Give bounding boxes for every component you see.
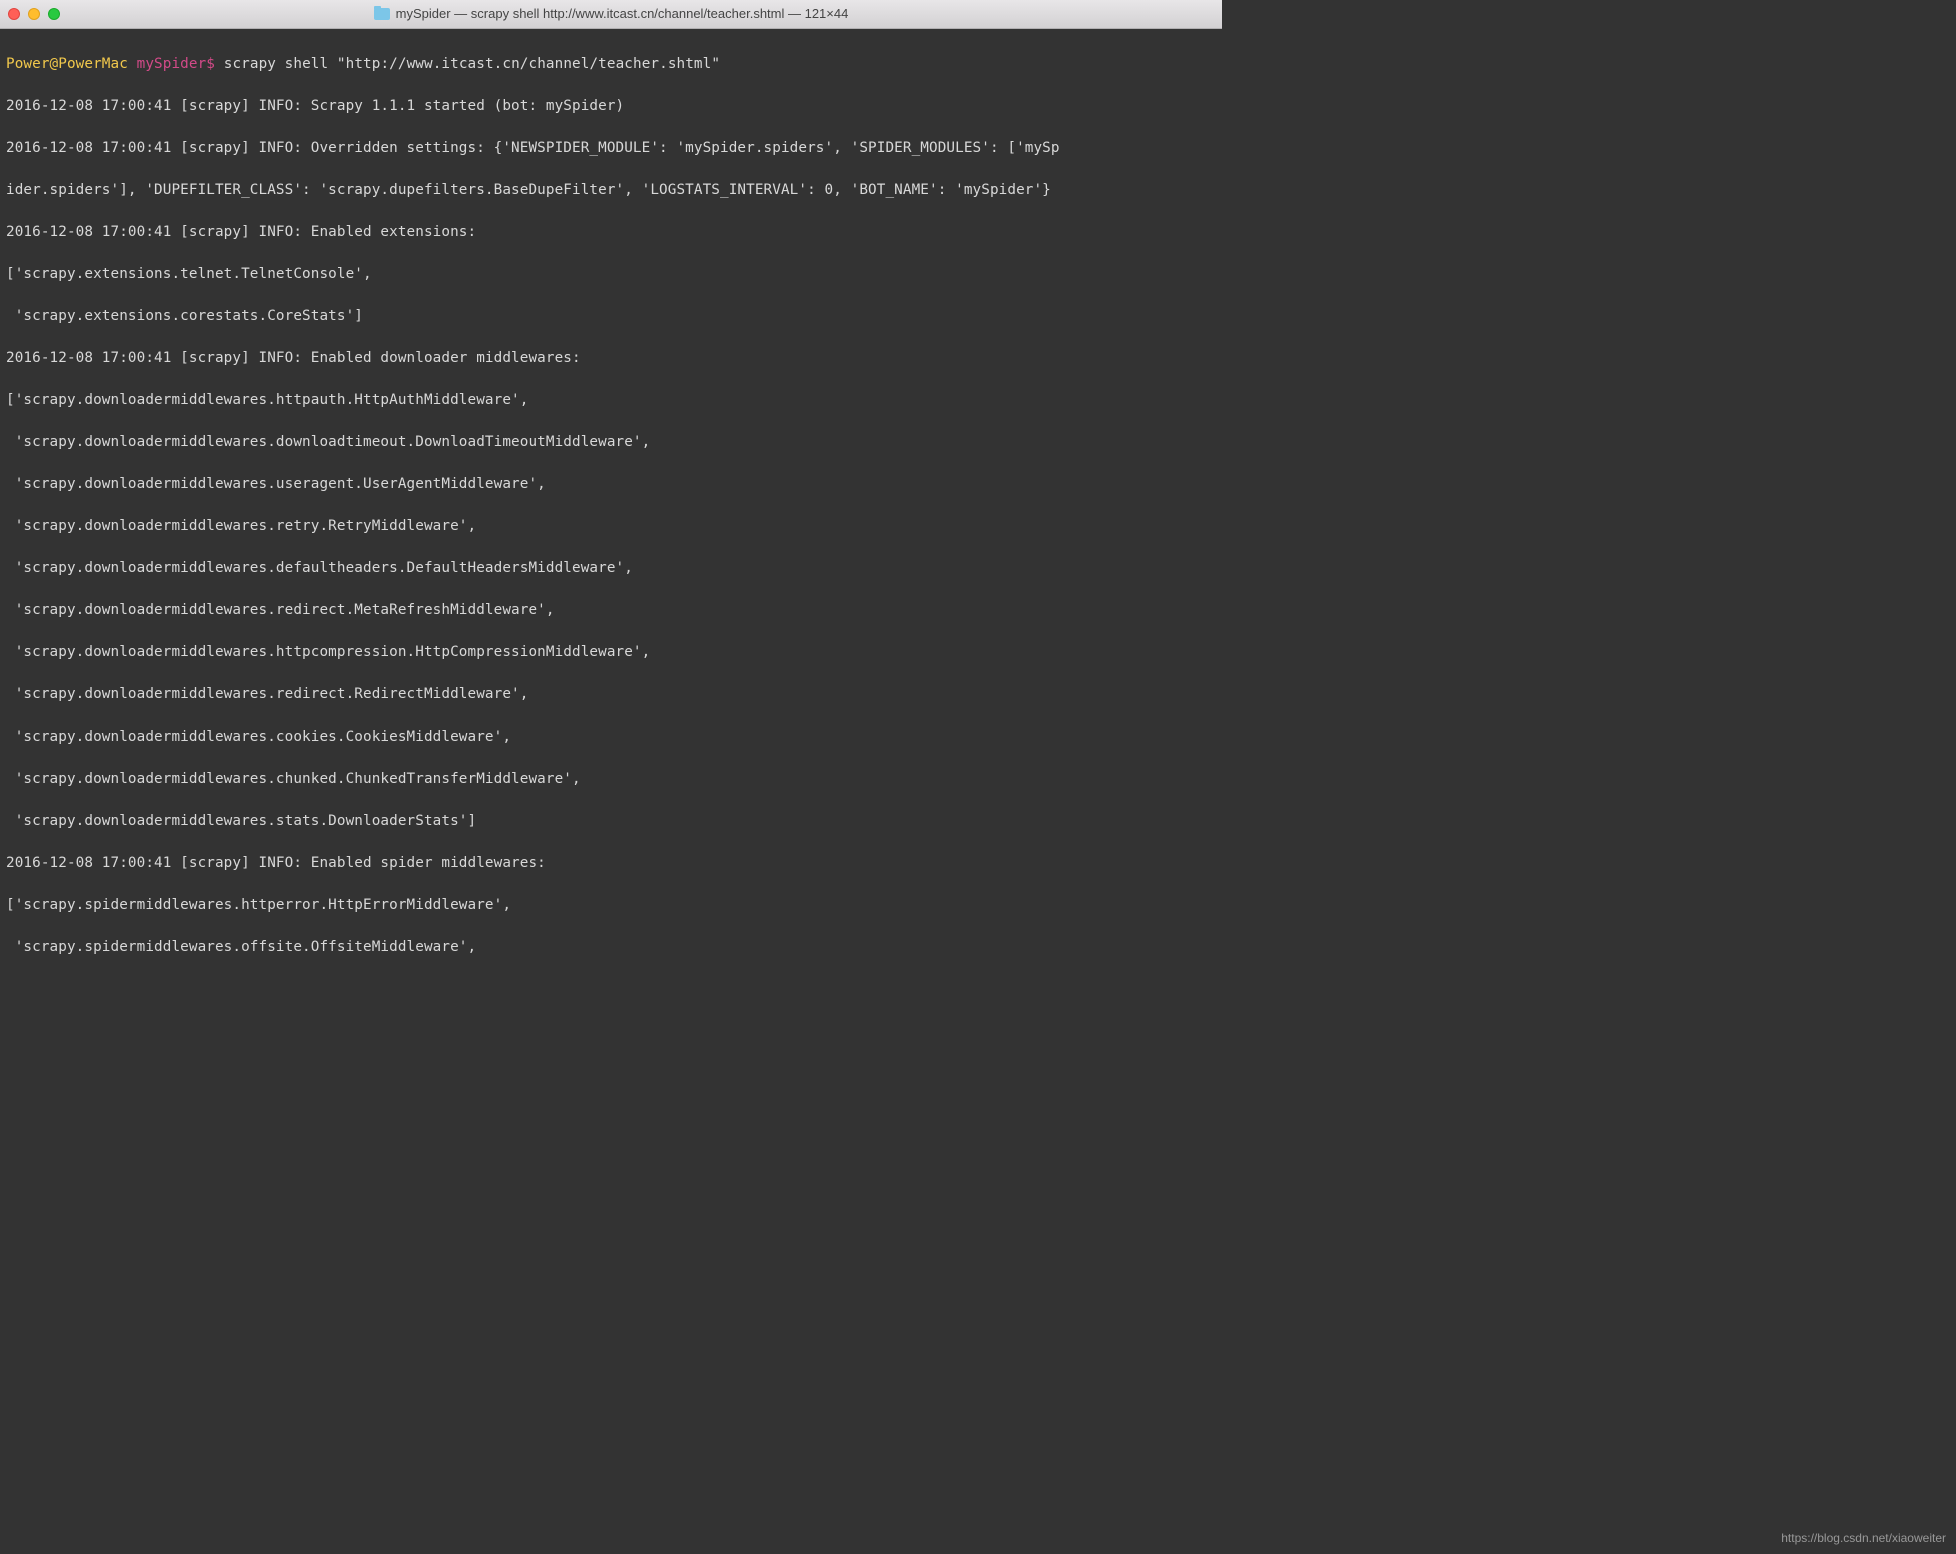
log-line: 2016-12-08 17:00:41 [scrapy] INFO: Scrap… — [6, 96, 1216, 117]
log-line: ['scrapy.extensions.telnet.TelnetConsole… — [6, 264, 1216, 285]
log-line: 2016-12-08 17:00:41 [scrapy] INFO: Overr… — [6, 138, 1216, 159]
log-line: 'scrapy.spidermiddlewares.offsite.Offsit… — [6, 937, 1216, 958]
log-line: 'scrapy.downloadermiddlewares.stats.Down… — [6, 811, 1216, 832]
log-line: ['scrapy.spidermiddlewares.httperror.Htt… — [6, 895, 1216, 916]
traffic-lights — [8, 8, 60, 20]
log-line: 'scrapy.extensions.corestats.CoreStats'] — [6, 306, 1216, 327]
log-line: 2016-12-08 17:00:41 [scrapy] INFO: Enabl… — [6, 853, 1216, 874]
log-line: 'scrapy.downloadermiddlewares.chunked.Ch… — [6, 769, 1216, 790]
prompt-symbol: $ — [206, 56, 215, 72]
log-line: 'scrapy.downloadermiddlewares.defaulthea… — [6, 558, 1216, 579]
maximize-button[interactable] — [48, 8, 60, 20]
log-line: 'scrapy.downloadermiddlewares.useragent.… — [6, 474, 1216, 495]
log-line: 2016-12-08 17:00:41 [scrapy] INFO: Enabl… — [6, 348, 1216, 369]
terminal-body[interactable]: Power@PowerMac mySpider$ scrapy shell "h… — [0, 29, 1222, 971]
log-line: 'scrapy.downloadermiddlewares.retry.Retr… — [6, 516, 1216, 537]
log-line: 'scrapy.downloadermiddlewares.redirect.M… — [6, 600, 1216, 621]
terminal-window: mySpider — scrapy shell http://www.itcas… — [0, 0, 1222, 971]
close-button[interactable] — [8, 8, 20, 20]
log-line: ider.spiders'], 'DUPEFILTER_CLASS': 'scr… — [6, 180, 1216, 201]
window-title-container: mySpider — scrapy shell http://www.itcas… — [0, 4, 1222, 23]
prompt-dir: mySpider — [137, 56, 207, 72]
log-line: ['scrapy.downloadermiddlewares.httpauth.… — [6, 390, 1216, 411]
log-line: 'scrapy.downloadermiddlewares.httpcompre… — [6, 642, 1216, 663]
minimize-button[interactable] — [28, 8, 40, 20]
folder-icon — [374, 8, 390, 20]
titlebar[interactable]: mySpider — scrapy shell http://www.itcas… — [0, 0, 1222, 29]
watermark: https://blog.csdn.net/xiaoweiter — [1781, 1530, 1946, 1548]
prompt-command: scrapy shell "http://www.itcast.cn/chann… — [224, 56, 720, 72]
log-line: 'scrapy.downloadermiddlewares.redirect.R… — [6, 684, 1216, 705]
log-line: 2016-12-08 17:00:41 [scrapy] INFO: Enabl… — [6, 222, 1216, 243]
prompt-user: Power@PowerMac — [6, 56, 128, 72]
log-line: 'scrapy.downloadermiddlewares.cookies.Co… — [6, 727, 1216, 748]
window-title: mySpider — scrapy shell http://www.itcas… — [396, 4, 849, 23]
log-line: 'scrapy.downloadermiddlewares.downloadti… — [6, 432, 1216, 453]
prompt-line: Power@PowerMac mySpider$ scrapy shell "h… — [6, 54, 1216, 75]
